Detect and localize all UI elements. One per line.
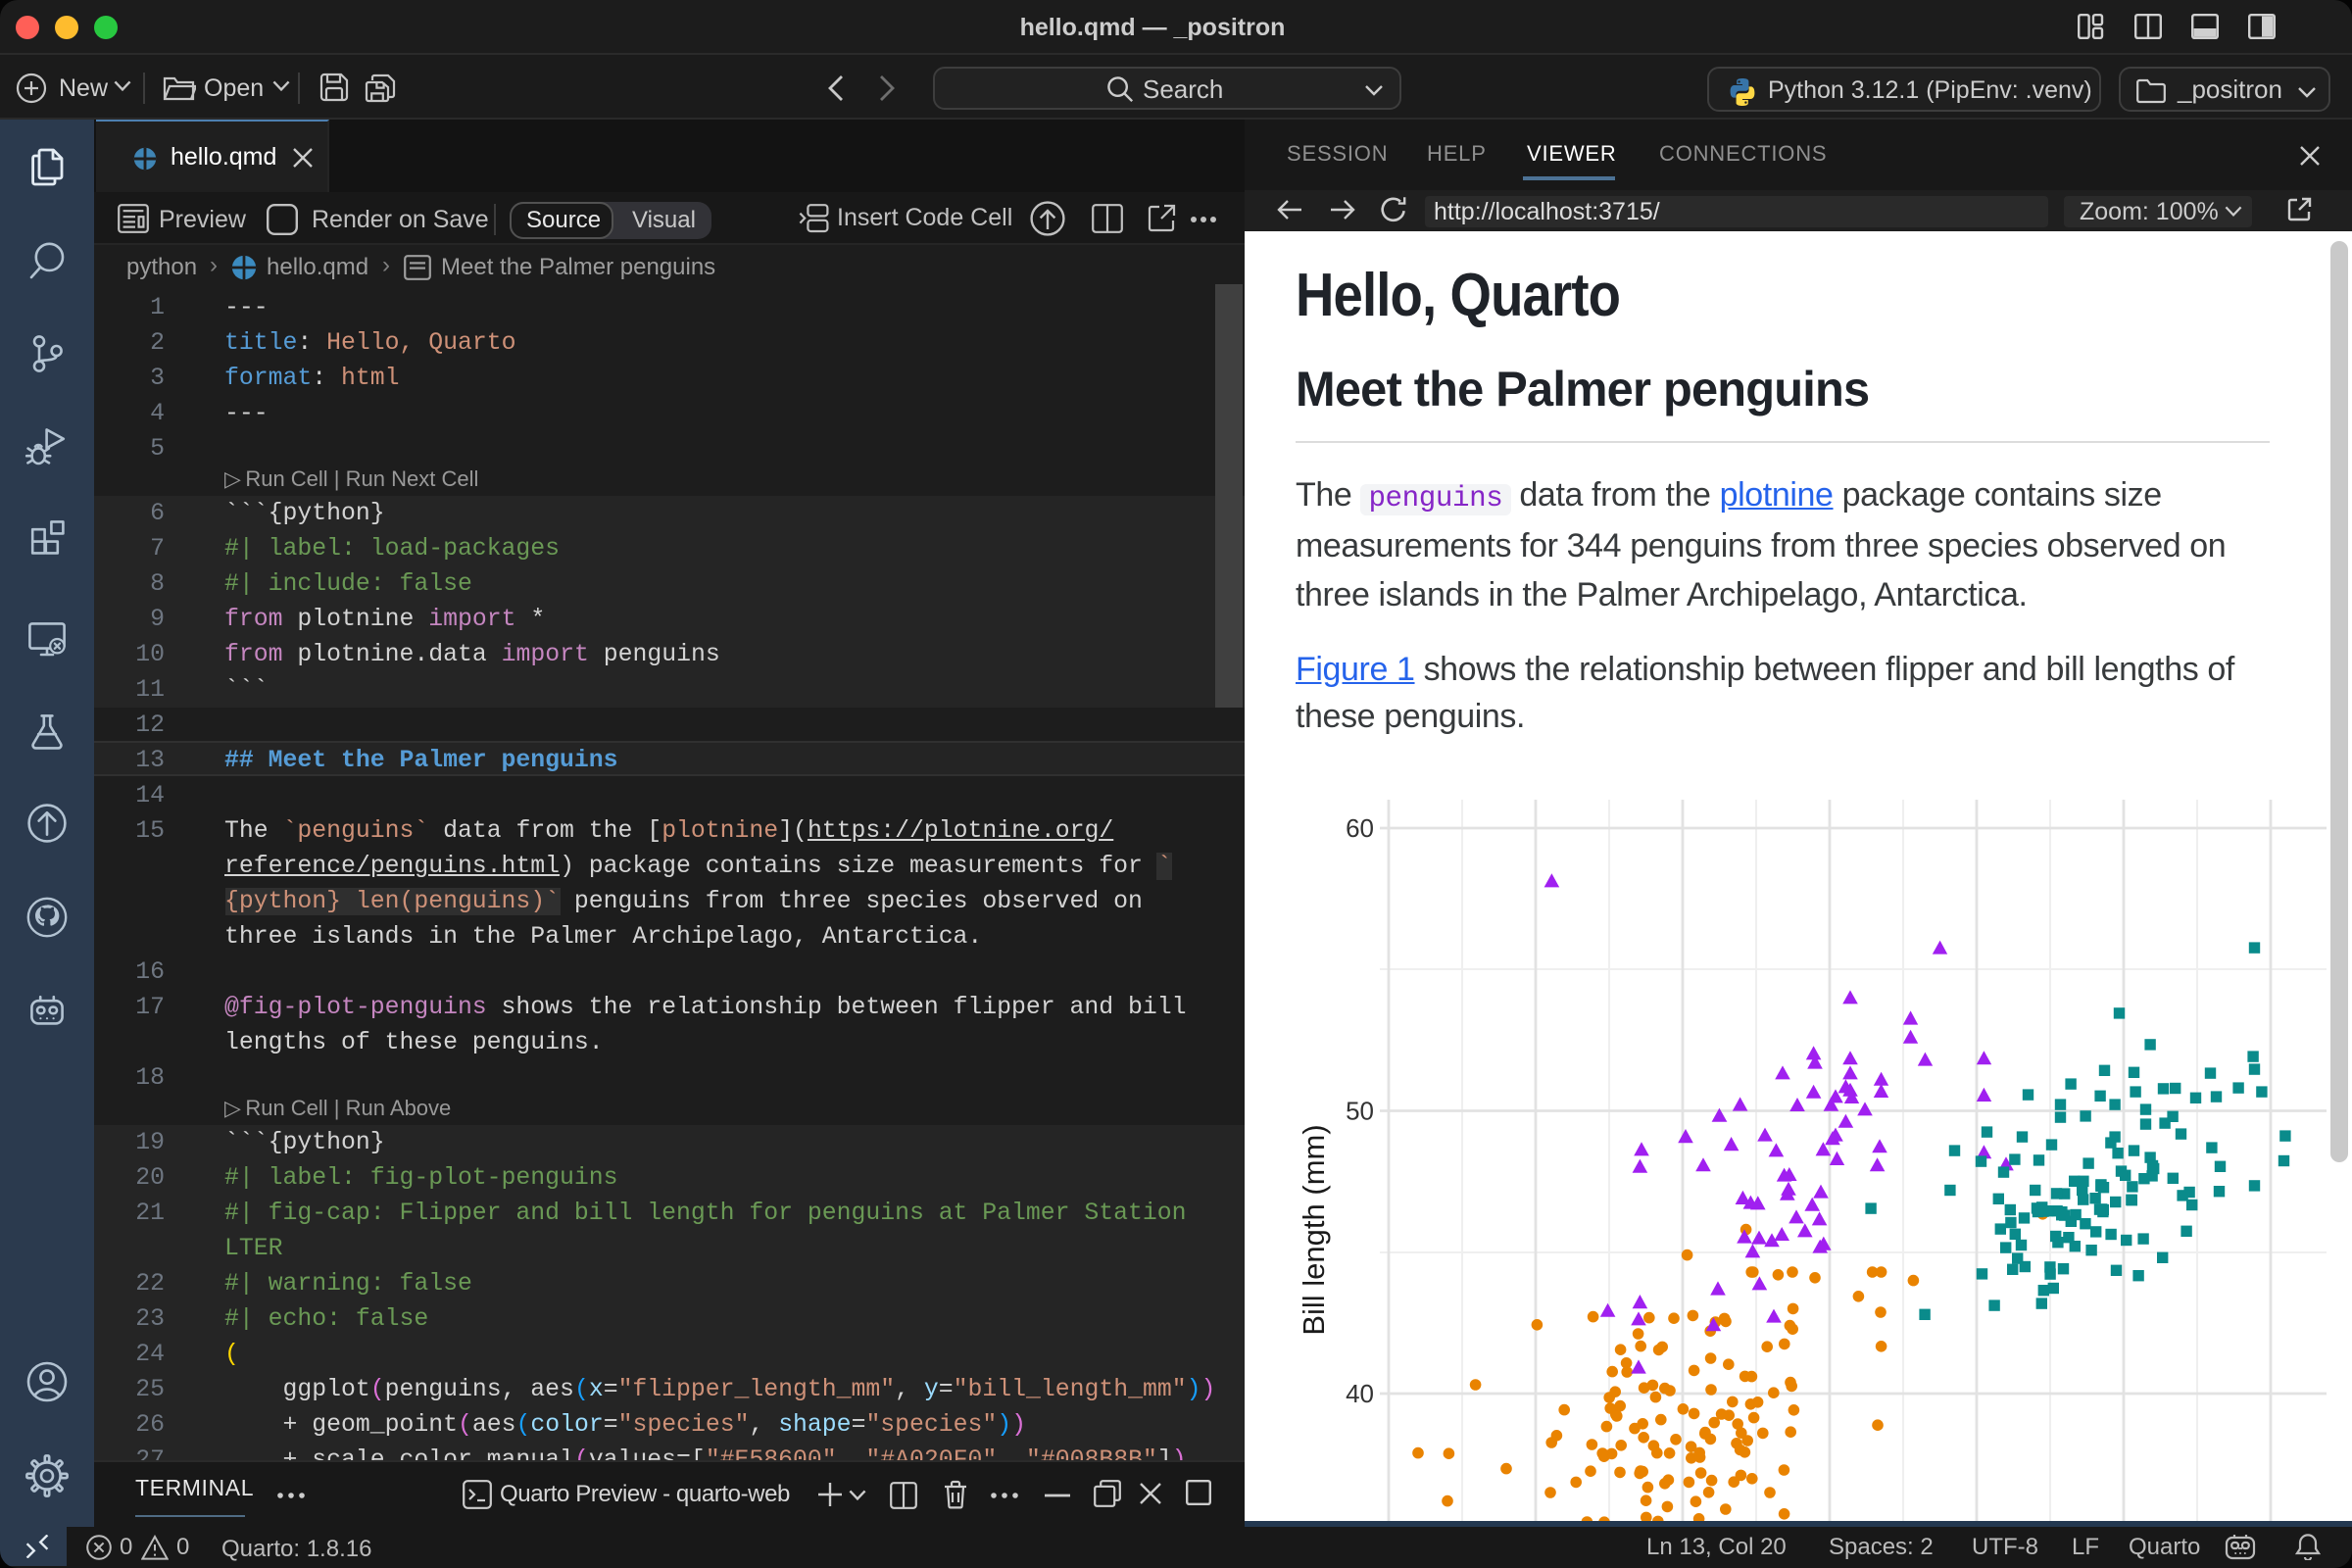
svg-text:40: 40 — [1346, 1379, 1374, 1408]
svg-text:60: 60 — [1346, 813, 1374, 843]
svg-text:50: 50 — [1346, 1097, 1374, 1126]
svg-text:Bill length (mm): Bill length (mm) — [1297, 1124, 1331, 1335]
